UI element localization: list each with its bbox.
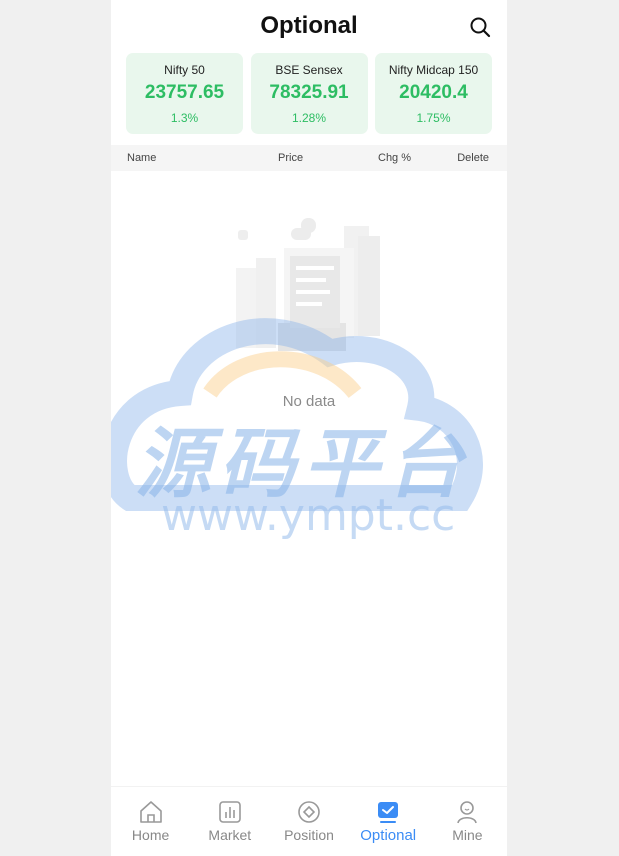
header: Optional — [111, 0, 507, 52]
tab-optional[interactable]: Optional — [349, 787, 428, 856]
bottom-tab-bar: Home Market Position Optional Mine — [111, 786, 507, 856]
index-card-nifty-midcap-150[interactable]: Nifty Midcap 150 20420.4 1.75% — [375, 53, 492, 134]
index-name: BSE Sensex — [275, 63, 343, 77]
tab-label: Position — [284, 827, 334, 843]
index-value: 20420.4 — [399, 82, 468, 103]
tab-home[interactable]: Home — [111, 787, 190, 856]
position-icon — [298, 801, 320, 823]
index-change: 1.28% — [291, 111, 327, 125]
index-card-bse-sensex[interactable]: BSE Sensex 78325.91 1.28% — [250, 53, 368, 134]
column-name: Name — [127, 152, 157, 164]
watermark-url: www.ympt.cc — [161, 490, 456, 541]
tab-label: Optional — [360, 827, 417, 844]
page-title: Optional — [260, 12, 358, 39]
empty-state-text: No data — [282, 393, 336, 410]
tab-label: Mine — [452, 827, 483, 843]
index-card-nifty-50[interactable]: Nifty 50 23757.65 1.3% — [126, 53, 243, 134]
watermark-text: 源码平台 — [135, 419, 471, 508]
home-icon — [139, 801, 162, 823]
column-price: Price — [278, 152, 304, 164]
market-icon — [218, 801, 241, 823]
index-change: 1.75% — [416, 111, 451, 125]
index-value: 78325.91 — [269, 82, 349, 103]
index-change: 1.3% — [170, 111, 199, 125]
mine-icon — [457, 801, 478, 824]
tab-position[interactable]: Position — [269, 787, 348, 856]
optional-icon — [378, 802, 399, 823]
empty-state-illustration — [236, 218, 380, 351]
app-screen: Optional Nifty 50 23757.65 1.3% BSE Sens… — [111, 0, 507, 856]
tab-market[interactable]: Market — [190, 787, 269, 856]
index-cards: Nifty 50 23757.65 1.3% BSE Sensex 78325.… — [126, 53, 492, 134]
tab-mine[interactable]: Mine — [428, 787, 507, 856]
column-delete: Delete — [457, 152, 489, 164]
tab-label: Market — [208, 827, 252, 843]
tab-label: Home — [131, 827, 170, 843]
search-icon[interactable] — [469, 16, 491, 38]
index-value: 23757.65 — [144, 82, 225, 103]
index-name: Nifty 50 — [164, 63, 205, 77]
column-chg: Chg % — [378, 152, 412, 164]
index-name: Nifty Midcap 150 — [388, 63, 479, 77]
table-header: Name Price Chg % Delete — [111, 145, 507, 171]
